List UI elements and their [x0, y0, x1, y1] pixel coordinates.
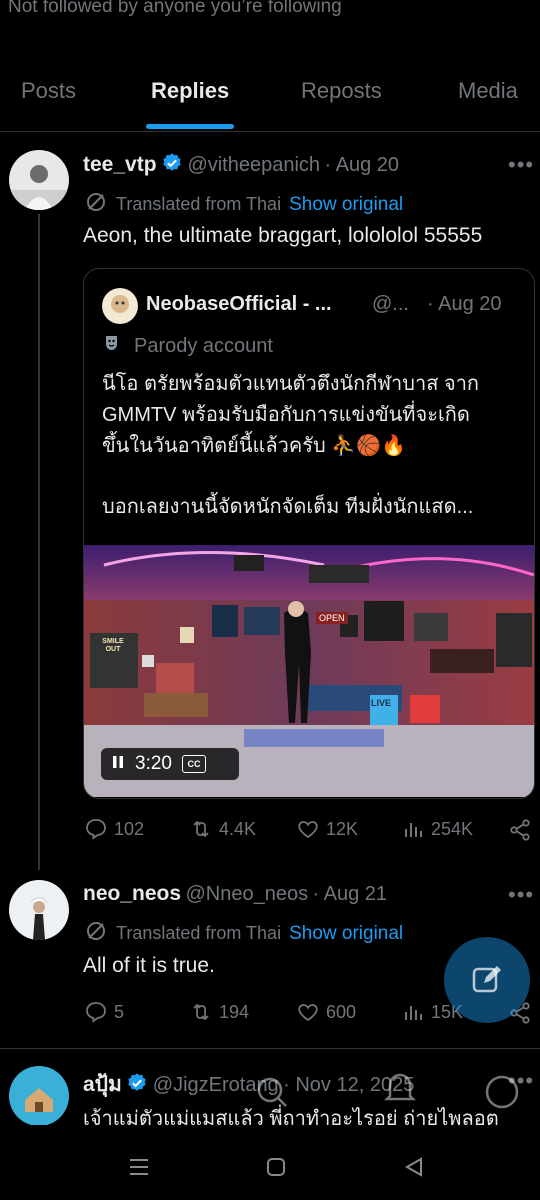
repost-count: 194: [219, 1001, 250, 1022]
back-icon[interactable]: [402, 1155, 426, 1184]
profile-tabs: Posts Replies Reposts Media: [0, 60, 540, 130]
quoted-author-name: NeobaseOfficial - ...: [146, 293, 332, 315]
thread-line: [38, 214, 40, 870]
verified-badge-icon: [126, 1072, 148, 1094]
not-followed-note: Not followed by anyone you’re following: [8, 0, 342, 17]
home-icon[interactable]: [264, 1155, 288, 1184]
quoted-text-line4: บอกเลยงานนี้จัดหนักจัดเต็ม ทีมฝั่งนักแสด…: [102, 496, 474, 518]
show-original-link[interactable]: Show original: [289, 194, 403, 216]
like-count: 600: [326, 1001, 357, 1022]
like-button[interactable]: 600: [296, 1000, 356, 1024]
compose-icon: [469, 962, 505, 1003]
author-handle[interactable]: @vitheepanich: [187, 154, 320, 176]
tab-reposts[interactable]: Reposts: [301, 78, 382, 104]
quoted-text-line1: นีโอ ตรัยพร้อมตัวแทนตัวตึงนักกีฬาบาส จาก: [102, 373, 480, 395]
post-header: aปุ้ม @JigzErotang · Nov 12, 2025: [83, 1068, 414, 1101]
like-count: 12K: [326, 818, 359, 839]
video-player[interactable]: OPEN LIVE SMILE OUT 3:20 CC: [84, 545, 534, 797]
quoted-text-line2: GMMTV พร้อมรับมือกับการแข่งขันที่จะเกิด: [102, 404, 470, 426]
author-name[interactable]: neo_neos: [83, 882, 181, 905]
recent-apps-icon[interactable]: [127, 1155, 151, 1184]
video-duration: 3:20: [135, 753, 172, 774]
theater-masks-icon: [102, 332, 126, 361]
post-divider: [0, 1048, 540, 1049]
author-handle[interactable]: @Nneo_neos: [185, 883, 308, 905]
repost-icon: [193, 820, 209, 838]
author-name[interactable]: tee_vtp: [83, 153, 157, 176]
tab-replies[interactable]: Replies: [151, 78, 229, 104]
quoted-avatar: [102, 288, 138, 324]
repost-icon: [193, 1003, 209, 1021]
post-date[interactable]: · Aug 20: [325, 154, 400, 176]
repost-button[interactable]: 4.4K: [189, 817, 256, 841]
translated-label: Translated from Thai: [116, 923, 282, 943]
show-original-link[interactable]: Show original: [289, 923, 403, 945]
reply-icon: [86, 1002, 106, 1023]
open-sign: OPEN: [316, 612, 348, 624]
search-icon[interactable]: [252, 1072, 292, 1117]
repost-count: 4.4K: [219, 818, 257, 839]
avatar[interactable]: [9, 880, 69, 940]
heart-icon: [298, 821, 318, 839]
quoted-text-line3: ขึ้นในวันอาทิตย์นี้แล้วครับ ⛹️🏀🔥: [102, 435, 406, 457]
translation-row: Translated from Thai Show original: [84, 190, 403, 219]
tab-media[interactable]: Media: [458, 78, 518, 104]
parody-row: Parody account: [102, 332, 273, 361]
more-options-icon[interactable]: •••: [508, 882, 534, 908]
reply-button[interactable]: 102: [84, 817, 144, 841]
quoted-date: · Aug 20: [427, 293, 502, 315]
view-count: 254K: [431, 818, 474, 839]
messages-icon[interactable]: [482, 1072, 522, 1117]
live-sign: LIVE: [371, 698, 392, 708]
reply-button[interactable]: 5: [84, 1000, 124, 1024]
author-name[interactable]: aปุ้ม: [83, 1073, 122, 1096]
translated-label: Translated from Thai: [116, 194, 282, 214]
share-icon[interactable]: [508, 818, 532, 847]
notifications-icon[interactable]: [382, 1068, 418, 1113]
avatar[interactable]: [9, 1066, 69, 1126]
video-controls: 3:20 CC: [101, 748, 239, 780]
views-icon: [405, 823, 422, 837]
system-nav-bar: [0, 1125, 540, 1200]
reply-count: 5: [114, 1001, 125, 1022]
active-tab-indicator: [146, 124, 234, 129]
views-icon: [405, 1006, 422, 1020]
repost-button[interactable]: 194: [189, 1000, 249, 1024]
avatar[interactable]: [9, 150, 69, 210]
reply-icon: [86, 819, 106, 840]
pause-icon[interactable]: [111, 755, 125, 774]
poster-title: SMILE OUT: [102, 638, 124, 653]
post-header: tee_vtp @vitheepanich · Aug 20: [83, 152, 399, 177]
quoted-header: NeobaseOfficial - ...: [146, 293, 332, 316]
verified-badge-icon: [161, 152, 183, 174]
tabs-divider: [0, 131, 540, 132]
translate-icon: [84, 190, 108, 219]
heart-icon: [298, 1004, 318, 1022]
more-options-icon[interactable]: •••: [508, 152, 534, 178]
post-text: All of it is true.: [83, 954, 215, 977]
post-text: Aeon, the ultimate braggart, lolololol 5…: [83, 224, 483, 247]
translate-icon: [84, 919, 108, 948]
quoted-handle: @...: [372, 293, 409, 315]
post-date[interactable]: · Aug 21: [313, 883, 388, 905]
views-button[interactable]: 254K: [401, 817, 473, 841]
translation-row: Translated from Thai Show original: [84, 919, 403, 948]
reply-count: 102: [114, 818, 145, 839]
quoted-post[interactable]: NeobaseOfficial - ... @... · Aug 20 Paro…: [83, 268, 535, 799]
post-header: neo_neos @Nneo_neos · Aug 21: [83, 882, 387, 906]
like-button[interactable]: 12K: [296, 817, 358, 841]
captions-button[interactable]: CC: [181, 755, 206, 773]
parody-label: Parody account: [134, 335, 273, 357]
tab-posts[interactable]: Posts: [21, 78, 76, 104]
